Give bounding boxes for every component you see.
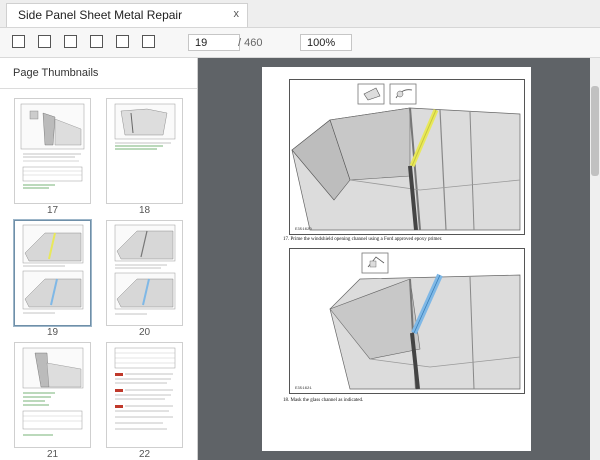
tab-document[interactable]: Side Panel Sheet Metal Repair x [6,3,248,27]
thumbnail-label-20: 20 [138,327,151,338]
thumbnail-label-22: 22 [138,449,151,460]
thumbnail-page-20[interactable] [106,220,183,326]
toolbar: / 460 [0,28,600,58]
close-icon[interactable]: x [234,8,240,20]
document-viewer[interactable]: E351620 17. Prime the windshield opening… [198,58,590,460]
rotate-icon[interactable] [116,35,129,48]
first-page-icon[interactable] [12,35,25,48]
tab-title: Side Panel Sheet Metal Repair [18,8,183,22]
step-17-text: 17. Prime the windshield opening channel… [283,237,443,242]
vertical-scrollbar[interactable] [590,58,600,460]
last-page-icon[interactable] [90,35,103,48]
sidebar-divider [0,88,197,89]
figure-epoxy-primer: E351620 [289,79,525,235]
fit-page-icon[interactable] [142,35,155,48]
sidebar-title: Page Thumbnails [13,67,99,79]
thumbnail-label-18: 18 [138,205,151,216]
tab-bar: Side Panel Sheet Metal Repair x [0,0,600,28]
thumbnail-label-17: 17 [46,205,59,216]
thumbnail-page-17[interactable] [14,98,91,204]
thumbnail-page-21[interactable] [14,342,91,448]
thumbnail-page-18[interactable] [106,98,183,204]
thumbnail-label-19: 19 [46,327,59,338]
previous-page-icon[interactable] [38,35,51,48]
thumbnail-page-19[interactable] [14,220,91,326]
thumbnail-page-22[interactable] [106,342,183,448]
thumbnails-sidebar: Page Thumbnails 17 18 19 20 21 22 [0,58,198,460]
figure2-code: E351621 [295,387,312,391]
document-page: E351620 17. Prime the windshield opening… [262,67,531,451]
figure-mask-glass-channel: E351621 [289,248,525,394]
zoom-input[interactable] [300,34,352,51]
step-18-text: 18. Mask the glass channel as indicated. [283,398,364,403]
thumbnail-label-21: 21 [46,449,59,460]
scrollbar-thumb[interactable] [591,86,599,176]
next-page-icon[interactable] [64,35,77,48]
page-number-input[interactable] [188,34,240,51]
page-total: / 460 [238,37,263,49]
figure1-code: E351620 [295,228,312,232]
